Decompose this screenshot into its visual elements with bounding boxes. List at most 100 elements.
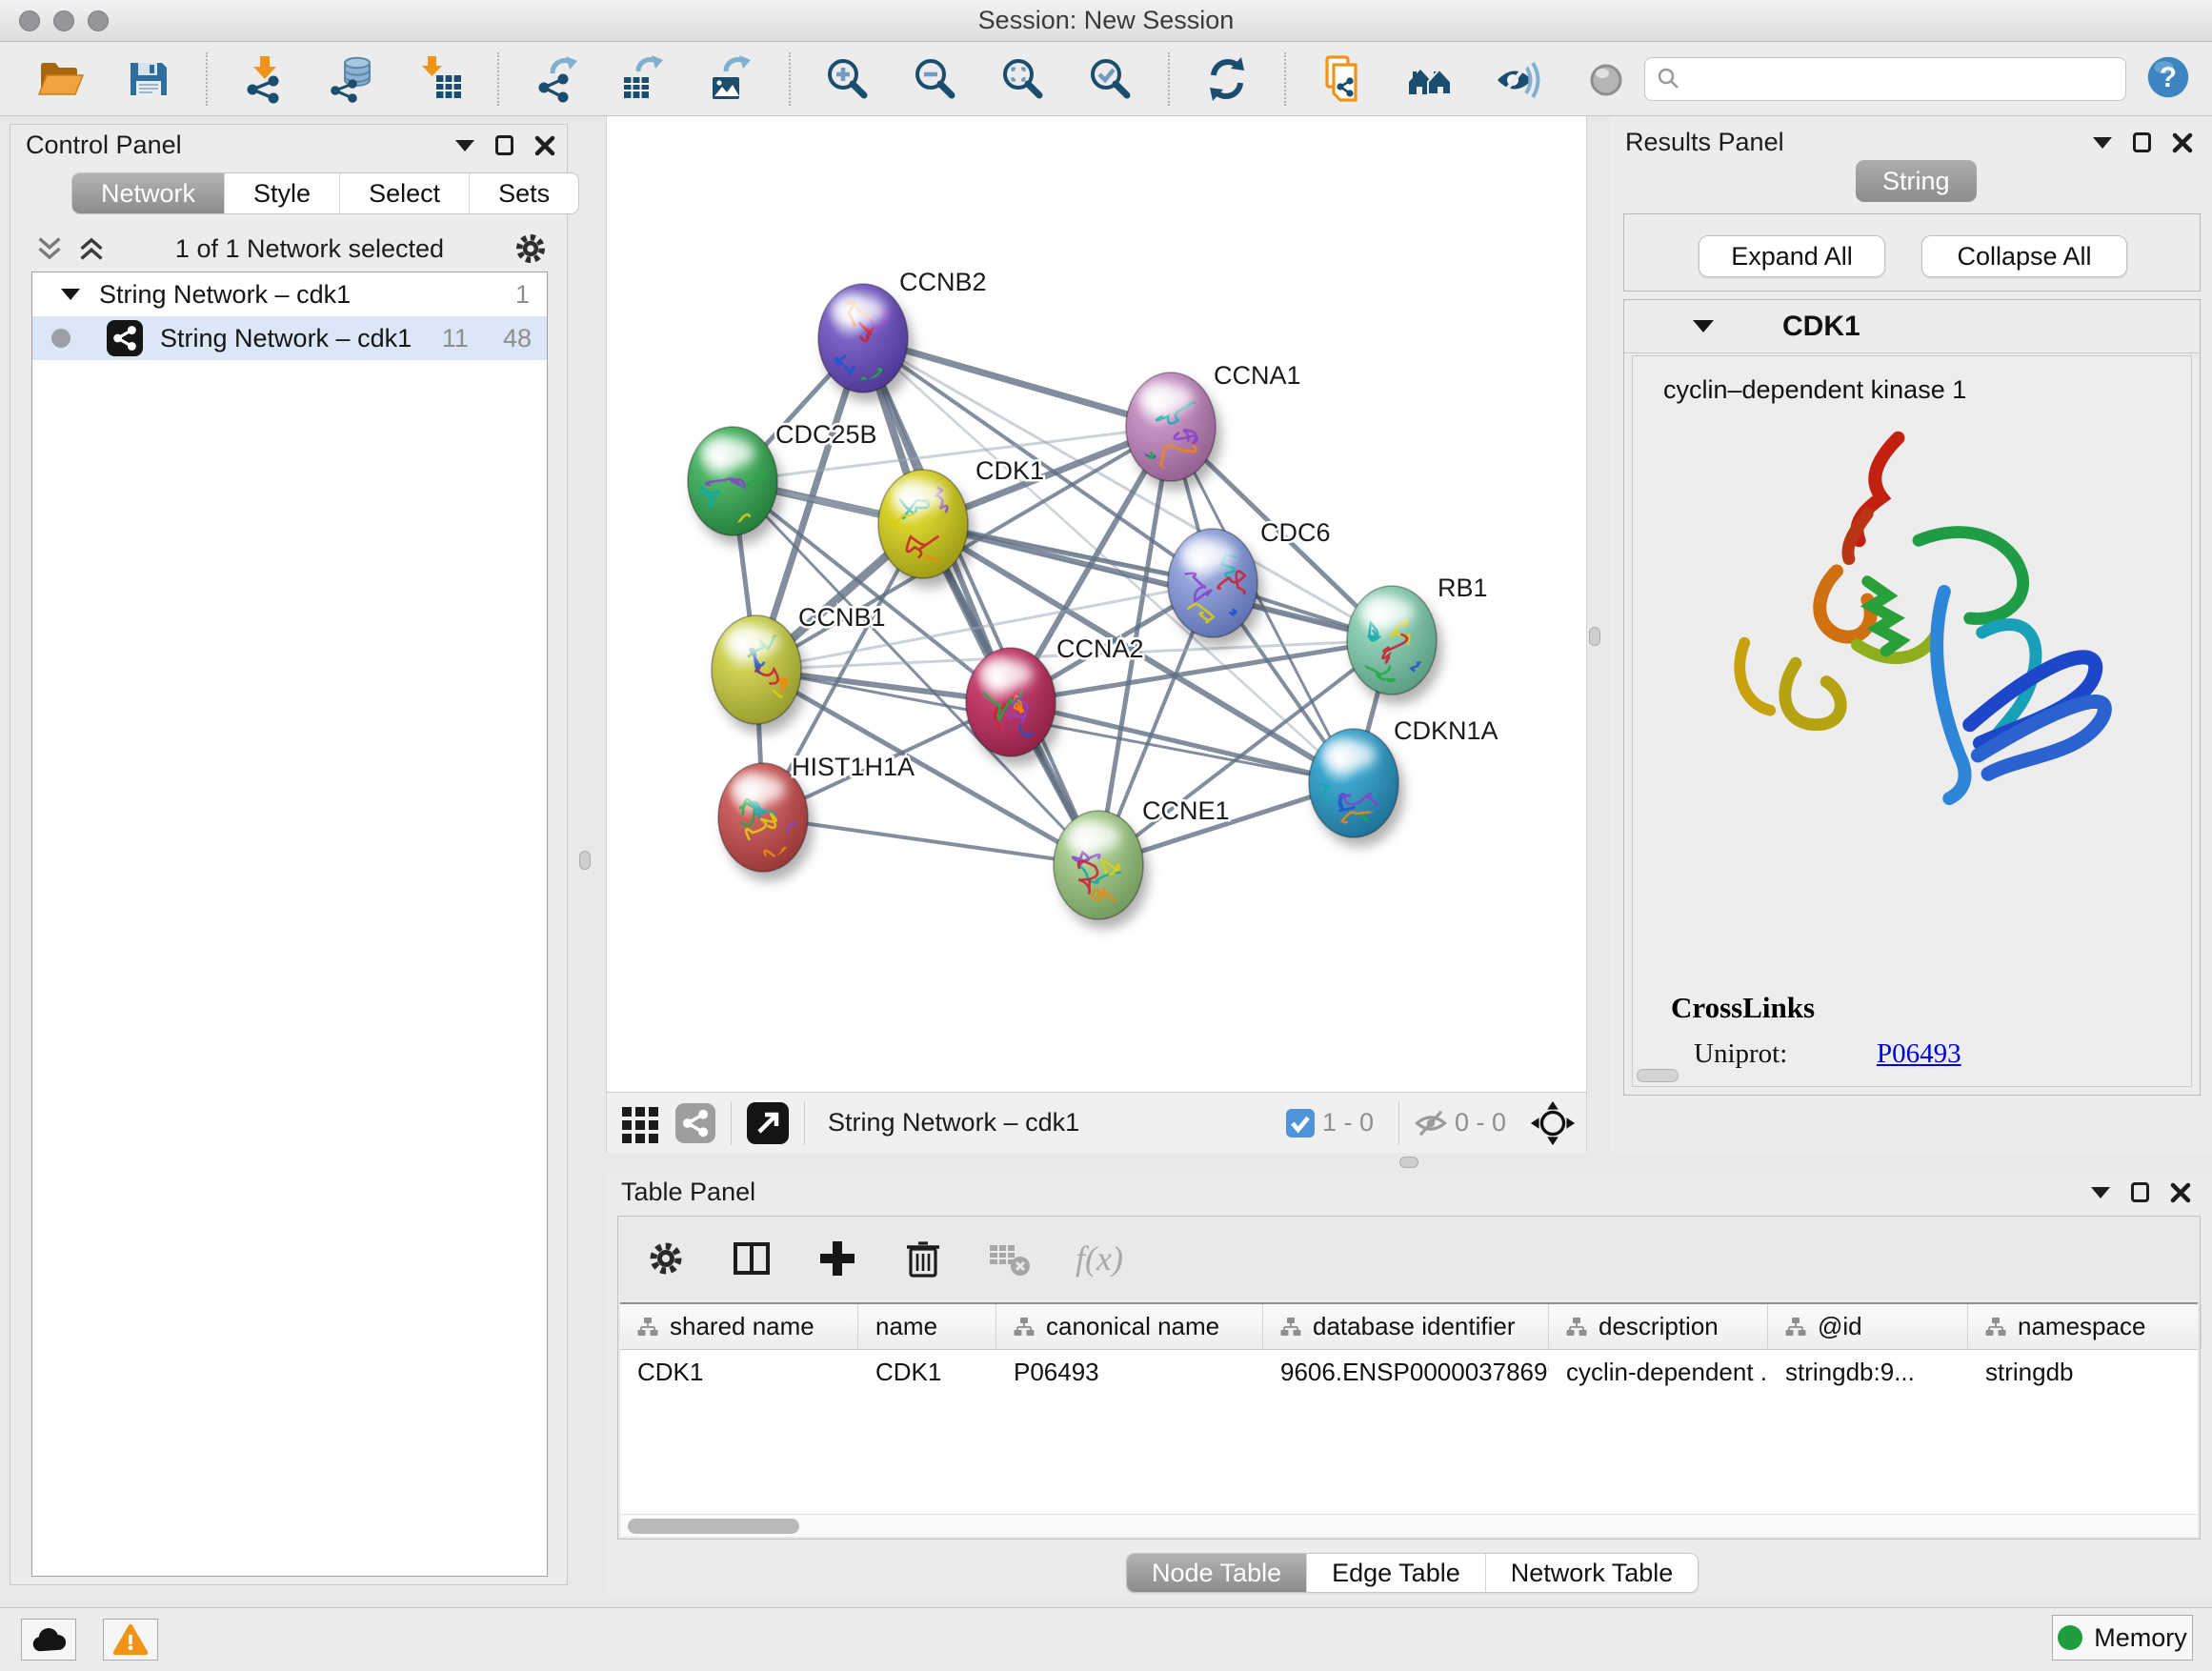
panel-float-icon[interactable] <box>2133 132 2151 152</box>
gear-icon[interactable] <box>512 230 550 268</box>
toolbar-separator <box>789 52 791 106</box>
zoom-in-icon[interactable] <box>823 54 873 104</box>
column-header-database-identifier[interactable]: database identifier <box>1263 1304 1549 1349</box>
zoom-fit-icon[interactable] <box>998 54 1048 104</box>
network-badge-icon[interactable] <box>675 1103 715 1143</box>
show-all-icon[interactable] <box>1581 54 1631 104</box>
results-panel: Results Panel String Expand All Collapse… <box>1610 116 2212 1153</box>
panel-menu-icon[interactable] <box>455 140 474 151</box>
column-header-name[interactable]: name <box>858 1304 996 1349</box>
export-network-icon[interactable] <box>532 54 581 104</box>
refresh-icon[interactable] <box>1202 54 1252 104</box>
network-svg[interactable]: CCNB2CCNA1CDC25BCDK1CDC6RB1CCNB1CCNA2CDK… <box>607 116 1588 1092</box>
column-header-namespace[interactable]: namespace <box>1968 1304 2202 1349</box>
annotations-icon[interactable] <box>1318 54 1368 104</box>
collapse-all-icon[interactable] <box>33 232 66 265</box>
horizontal-scrollbar-thumb[interactable] <box>1637 1069 1679 1082</box>
open-in-new-icon[interactable] <box>747 1102 789 1144</box>
network-node-rb1[interactable]: RB1 <box>1347 574 1488 704</box>
tab-node-table[interactable]: Node Table <box>1127 1554 1307 1592</box>
network-name: String Network – cdk1 <box>160 324 412 353</box>
delete-column-icon[interactable] <box>902 1238 944 1279</box>
cloud-status-button[interactable] <box>21 1619 76 1661</box>
home-icon[interactable] <box>1406 54 1456 104</box>
network-edge[interactable] <box>863 338 1098 865</box>
tab-sets[interactable]: Sets <box>470 173 578 213</box>
collapse-all-button[interactable]: Collapse All <box>1921 235 2127 277</box>
scrollbar-thumb[interactable] <box>628 1519 799 1534</box>
tab-style[interactable]: Style <box>225 173 340 213</box>
gear-icon[interactable] <box>645 1238 687 1279</box>
network-node-cdc6[interactable]: CDC6 <box>1168 518 1331 647</box>
tab-network[interactable]: Network <box>72 173 225 213</box>
delete-table-icon[interactable] <box>988 1239 1032 1278</box>
network-view[interactable]: CCNB2CCNA1CDC25BCDK1CDC6RB1CCNB1CCNA2CDK… <box>606 116 1587 1092</box>
expand-all-button[interactable]: Expand All <box>1699 235 1885 277</box>
toolbar-separator <box>206 52 208 106</box>
tab-edge-table[interactable]: Edge Table <box>1307 1554 1486 1592</box>
add-column-icon[interactable] <box>816 1238 858 1279</box>
panel-float-icon[interactable] <box>2131 1182 2149 1202</box>
search-input[interactable] <box>1691 65 2114 94</box>
panel-menu-icon[interactable] <box>2093 137 2112 149</box>
column-header--id[interactable]: @id <box>1768 1304 1968 1349</box>
search-box[interactable] <box>1644 57 2126 101</box>
crosslink-link[interactable]: P06493 <box>1877 1038 1961 1070</box>
network-node-ccna1[interactable]: CCNA1 <box>1124 361 1301 491</box>
network-node-cdk1[interactable]: CDK1 <box>878 456 1044 588</box>
import-network-icon[interactable] <box>240 54 290 104</box>
control-panel-title: Control Panel <box>26 131 182 160</box>
network-collection-row[interactable]: String Network – cdk1 1 <box>32 272 547 316</box>
help-icon[interactable]: ? <box>2145 54 2191 100</box>
grid-view-icon[interactable] <box>618 1101 662 1145</box>
save-session-icon[interactable] <box>124 54 173 104</box>
zoom-selected-icon[interactable] <box>1086 54 1136 104</box>
tree-expander-icon[interactable] <box>61 289 80 300</box>
protein-header-row[interactable]: CDK1 <box>1624 300 2200 353</box>
splitter-grip[interactable] <box>1399 1157 1418 1168</box>
panel-close-icon[interactable] <box>2172 132 2193 153</box>
splitter-grip[interactable] <box>579 851 591 870</box>
table-row[interactable]: CDK1CDK1P064939606.ENSP00000378699cyclin… <box>620 1350 2198 1394</box>
column-header-canonical-name[interactable]: canonical name <box>996 1304 1263 1349</box>
network-node-cdc25b[interactable]: CDC25B <box>688 420 877 563</box>
column-header-shared-name[interactable]: shared name <box>620 1304 858 1349</box>
show-columns-icon[interactable] <box>731 1238 773 1279</box>
main-toolbar: ? <box>0 42 2212 116</box>
panel-close-icon[interactable] <box>534 135 555 156</box>
export-image-icon[interactable] <box>707 54 756 104</box>
table-horizontal-scrollbar[interactable] <box>620 1514 2198 1537</box>
network-node-hist1h1a[interactable]: HIST1H1A <box>718 753 915 881</box>
memory-button[interactable]: Memory <box>2052 1615 2193 1661</box>
table-cell: CDK1 <box>858 1350 996 1394</box>
crosslink-link[interactable]: P06493 <box>1877 1083 1961 1087</box>
import-network-from-database-icon[interactable] <box>328 54 377 104</box>
network-edge[interactable] <box>1011 702 1354 783</box>
network-node-ccnb1[interactable]: CCNB1 <box>712 603 886 734</box>
panel-close-icon[interactable] <box>2170 1182 2191 1203</box>
panel-menu-icon[interactable] <box>2091 1187 2110 1198</box>
warning-status-button[interactable] <box>103 1619 158 1661</box>
tab-network-table[interactable]: Network Table <box>1486 1554 1699 1592</box>
zoom-out-icon[interactable] <box>911 54 960 104</box>
network-node-ccnb2[interactable]: CCNB2 <box>818 268 987 411</box>
column-header-description[interactable]: description <box>1549 1304 1768 1349</box>
network-view-toolbar: String Network – cdk1 1 - 0 0 - 0 <box>606 1092 1587 1153</box>
import-table-icon[interactable] <box>415 54 465 104</box>
open-session-icon[interactable] <box>36 54 86 104</box>
expand-all-icon[interactable] <box>75 232 108 265</box>
network-node-ccne1[interactable]: CCNE1 <box>1054 796 1230 929</box>
table-panel-title: Table Panel <box>621 1178 755 1207</box>
tab-string[interactable]: String <box>1856 160 1977 202</box>
export-table-icon[interactable] <box>619 54 669 104</box>
selected-checkbox-icon[interactable] <box>1286 1109 1315 1137</box>
splitter-grip[interactable] <box>1589 627 1600 646</box>
birds-eye-view-icon[interactable] <box>1529 1099 1577 1147</box>
network-row[interactable]: String Network – cdk1 11 48 <box>32 316 547 360</box>
collapse-section-icon[interactable] <box>1693 320 1714 332</box>
toolbar-separator <box>497 52 499 106</box>
panel-float-icon[interactable] <box>495 135 513 155</box>
network-node-cdkn1a[interactable]: CDKN1A <box>1309 716 1498 847</box>
tab-select[interactable]: Select <box>340 173 470 213</box>
hide-selected-icon[interactable] <box>1494 54 1543 104</box>
